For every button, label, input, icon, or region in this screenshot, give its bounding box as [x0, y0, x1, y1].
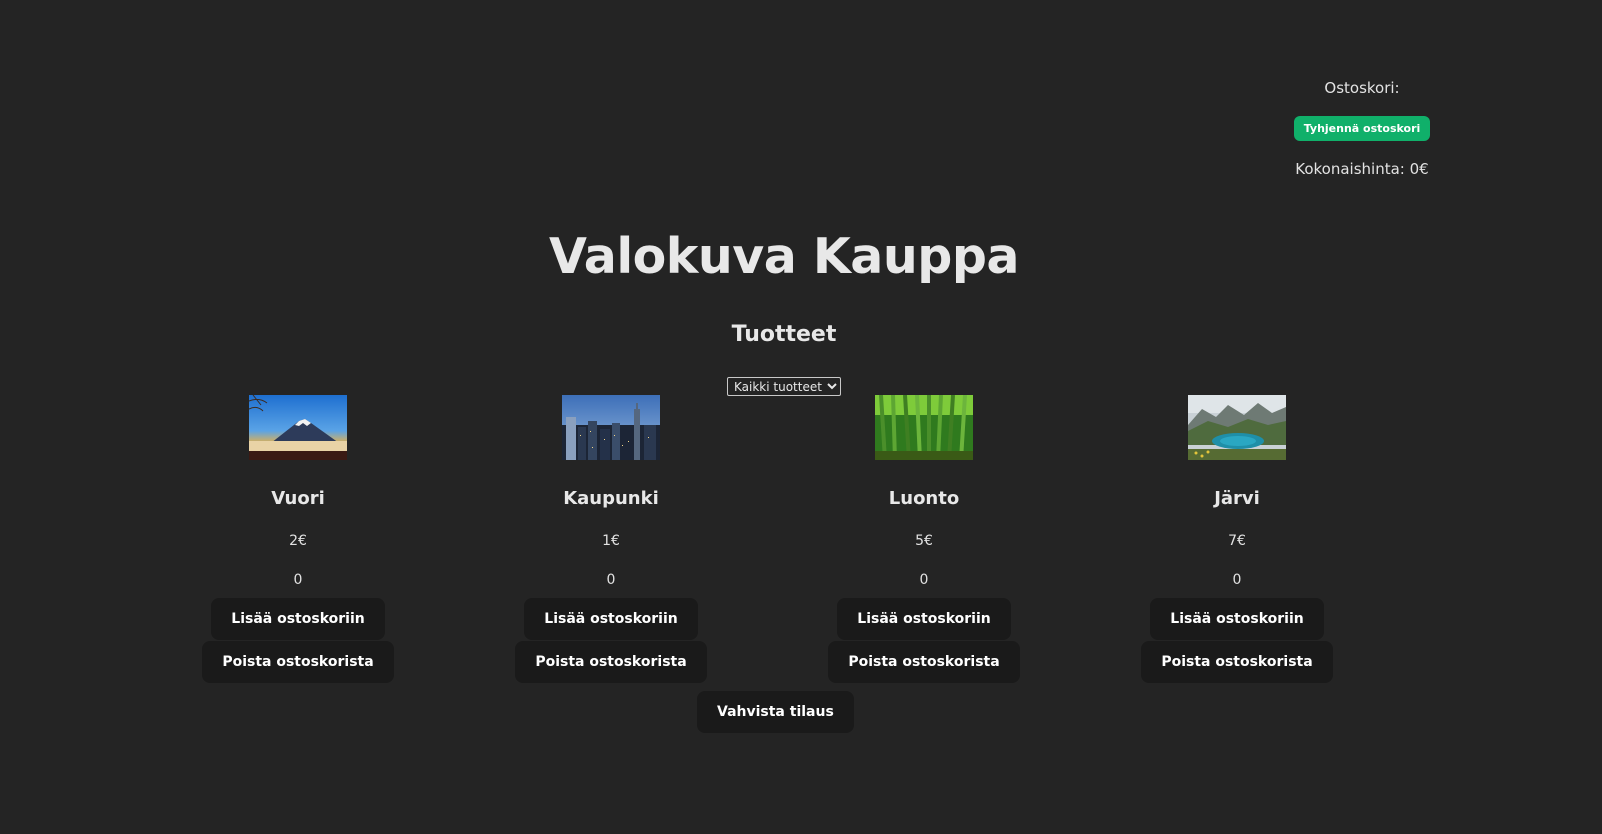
product-name: Kaupunki: [563, 488, 659, 509]
cart-title: Ostoskori:: [1324, 79, 1400, 97]
mountain-photo: [249, 395, 347, 460]
product-quantity: 0: [919, 572, 929, 588]
remove-from-cart-button[interactable]: Poista ostoskorista: [515, 641, 707, 683]
add-to-cart-button[interactable]: Lisää ostoskoriin: [837, 598, 1011, 640]
city-photo: [562, 395, 660, 460]
product-name: Järvi: [1214, 488, 1260, 509]
remove-from-cart-button[interactable]: Poista ostoskorista: [202, 641, 394, 683]
remove-from-cart-button[interactable]: Poista ostoskorista: [828, 641, 1020, 683]
product-card-kaupunki: Kaupunki 1€ 0 Lisää ostoskoriin Poista o…: [481, 395, 741, 683]
forest-photo: [875, 395, 973, 460]
product-price: 7€: [1228, 533, 1246, 549]
lake-photo: [1188, 395, 1286, 460]
add-to-cart-button[interactable]: Lisää ostoskoriin: [524, 598, 698, 640]
clear-cart-button[interactable]: Tyhjennä ostoskori: [1293, 116, 1431, 141]
filter-wrap: Kaikki tuotteet: [0, 376, 1568, 396]
product-quantity: 0: [1232, 572, 1242, 588]
category-filter-select[interactable]: Kaikki tuotteet: [727, 377, 841, 396]
product-price: 5€: [915, 533, 933, 549]
page-title: Valokuva Kauppa: [549, 228, 1019, 285]
add-to-cart-button[interactable]: Lisää ostoskoriin: [1150, 598, 1324, 640]
confirm-order-button[interactable]: Vahvista tilaus: [697, 691, 854, 733]
product-price: 2€: [289, 533, 307, 549]
products-heading: Tuotteet: [731, 322, 837, 347]
product-card-luonto: Luonto 5€ 0 Lisää ostoskoriin Poista ost…: [794, 395, 1054, 683]
product-quantity: 0: [606, 572, 616, 588]
remove-from-cart-button[interactable]: Poista ostoskorista: [1141, 641, 1333, 683]
add-to-cart-button[interactable]: Lisää ostoskoriin: [211, 598, 385, 640]
product-card-jarvi: Järvi 7€ 0 Lisää ostoskoriin Poista osto…: [1107, 395, 1367, 683]
product-name: Luonto: [888, 488, 960, 509]
page: Ostoskori: Tyhjennä ostoskori Kokonaishi…: [0, 0, 1602, 834]
product-quantity: 0: [293, 572, 303, 588]
product-price: 1€: [602, 533, 620, 549]
cart-panel: Ostoskori: Tyhjennä ostoskori Kokonaishi…: [1262, 78, 1462, 179]
product-name: Vuori: [271, 488, 325, 509]
cart-total: Kokonaishinta: 0€: [1295, 160, 1429, 178]
product-card-vuori: Vuori 2€ 0 Lisää ostoskoriin Poista osto…: [168, 395, 428, 683]
